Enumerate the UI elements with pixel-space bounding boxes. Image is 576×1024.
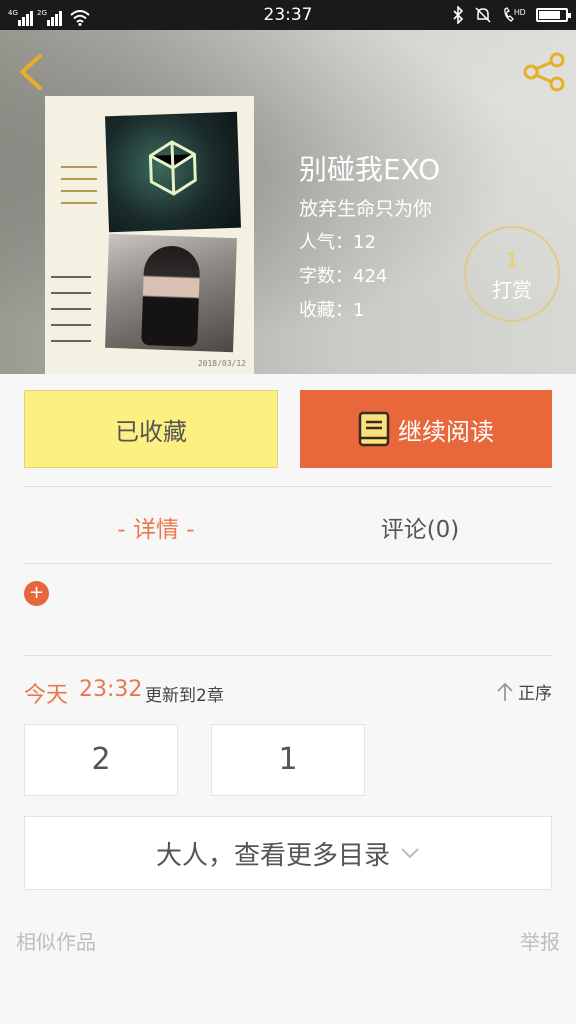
divider <box>24 563 552 564</box>
book-header: 2018/03/12 别碰我EXO 放弃生命只为你 人气：12 字数：424 收… <box>0 30 576 374</box>
similar-works-label: 相似作品 <box>16 930 96 954</box>
bluetooth-icon <box>453 6 464 24</box>
update-text: 更新到2章 <box>145 686 224 706</box>
chapter-item[interactable]: 1 <box>211 724 365 796</box>
divider <box>24 486 552 487</box>
sort-order-button[interactable]: 正序 <box>496 679 552 704</box>
cover-date: 2018/03/12 <box>197 359 246 368</box>
reward-label: 打赏 <box>492 278 532 302</box>
status-bar: 4G 2G 23:37 HD <box>0 0 576 30</box>
chevron-down-icon <box>401 848 419 859</box>
tab-detail[interactable]: - 详情 - <box>24 510 288 544</box>
cover-photo <box>105 233 237 353</box>
update-time: 23:32 <box>79 677 143 702</box>
more-catalog-button[interactable]: 大人，查看更多目录 <box>24 816 552 890</box>
expand-detail-button[interactable]: + <box>24 581 49 606</box>
chapter-item[interactable]: 2 <box>24 724 178 796</box>
divider <box>24 655 552 656</box>
stat-favorites: 收藏：1 <box>299 300 365 321</box>
tab-comment[interactable]: 评论(0) <box>288 510 552 544</box>
book-cover: 2018/03/12 <box>45 96 254 374</box>
share-icon[interactable] <box>522 52 566 92</box>
favorited-button[interactable]: 已收藏 <box>24 390 278 468</box>
bell-mute-icon <box>475 7 491 23</box>
update-day: 今天 <box>24 683 69 708</box>
continue-reading-button[interactable]: 继续阅读 <box>300 390 552 468</box>
more-catalog-label: 大人，查看更多目录 <box>155 840 390 871</box>
reward-button[interactable]: 1 打赏 <box>464 226 560 322</box>
report-link[interactable]: 举报 <box>520 926 560 955</box>
cover-exo-artwork <box>105 111 241 233</box>
hd-call-icon: HD <box>504 7 526 22</box>
book-title: 别碰我EXO <box>299 153 441 186</box>
book-subtitle: 放弃生命只为你 <box>299 198 433 220</box>
favorited-label: 已收藏 <box>115 417 187 446</box>
up-arrow-icon <box>497 682 513 701</box>
sort-order-label: 正序 <box>518 684 552 704</box>
stat-word-count: 字数：424 <box>299 266 388 287</box>
svg-text:HD: HD <box>514 8 526 17</box>
back-arrow-icon[interactable] <box>14 52 48 92</box>
exo-logo-icon <box>148 140 197 196</box>
battery-icon <box>536 8 571 22</box>
continue-reading-label: 继续阅读 <box>398 417 494 446</box>
stat-popularity: 人气：12 <box>299 232 376 253</box>
update-row: 今天 23:32 更新到2章 正序 <box>24 677 552 708</box>
reward-count: 1 <box>505 248 519 272</box>
book-icon <box>358 411 390 447</box>
